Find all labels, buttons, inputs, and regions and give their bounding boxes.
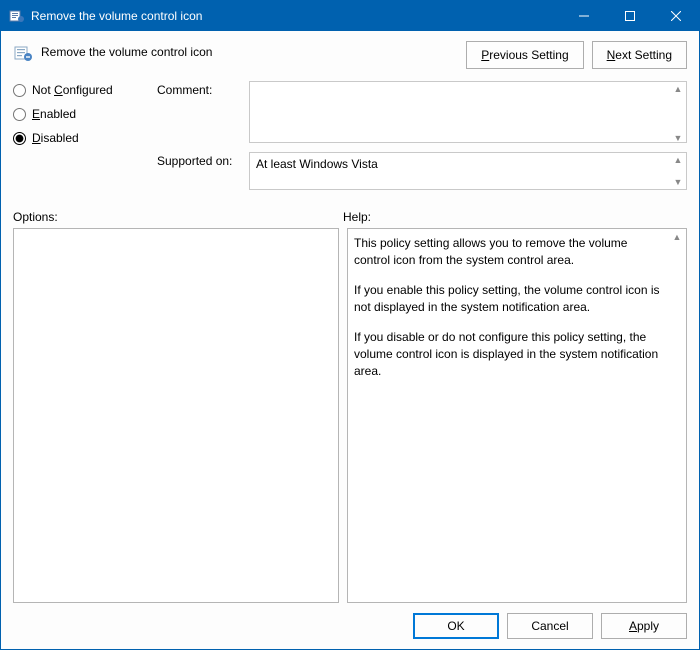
window-title: Remove the volume control icon	[31, 9, 561, 23]
radio-enabled[interactable]: Enabled	[13, 107, 143, 121]
supported-value: At least Windows Vista	[256, 157, 378, 171]
comment-scroll: ▲ ▼	[671, 83, 685, 144]
scroll-up-icon[interactable]: ▲	[671, 154, 685, 166]
options-panel	[13, 228, 339, 603]
close-button[interactable]	[653, 1, 699, 31]
config-section: Not Configured Enabled Disabled Comment:	[13, 81, 687, 190]
radio-disabled-input[interactable]	[13, 132, 26, 145]
radio-disabled[interactable]: Disabled	[13, 131, 143, 145]
panels: This policy setting allows you to remove…	[13, 228, 687, 603]
nav-buttons: Previous Setting Next Setting	[466, 41, 687, 69]
previous-setting-button[interactable]: Previous Setting	[466, 41, 583, 69]
scroll-up-icon[interactable]: ▲	[671, 83, 685, 95]
footer: OK Cancel Apply	[13, 603, 687, 639]
comment-wrap: ▲ ▼	[249, 81, 687, 146]
supported-row: Supported on: At least Windows Vista ▲ ▼	[157, 152, 687, 190]
help-panel: This policy setting allows you to remove…	[347, 228, 687, 603]
comment-textarea[interactable]	[249, 81, 687, 143]
maximize-button[interactable]	[607, 1, 653, 31]
radio-enabled-input[interactable]	[13, 108, 26, 121]
supported-wrap: At least Windows Vista ▲ ▼	[249, 152, 687, 190]
radio-not-configured-input[interactable]	[13, 84, 26, 97]
scroll-down-icon[interactable]: ▼	[671, 132, 685, 144]
field-column: Comment: ▲ ▼ Supported on: At least Wind…	[157, 81, 687, 190]
window: Remove the volume control icon	[0, 0, 700, 650]
supported-box: At least Windows Vista	[249, 152, 687, 190]
comment-label: Comment:	[157, 81, 243, 97]
policy-title: Remove the volume control icon	[41, 41, 466, 59]
content-area: Remove the volume control icon Previous …	[1, 31, 699, 649]
policy-icon	[13, 43, 33, 63]
scroll-down-icon[interactable]: ▼	[671, 176, 685, 188]
supported-scroll: ▲ ▼	[671, 154, 685, 188]
comment-row: Comment: ▲ ▼	[157, 81, 687, 146]
radio-not-configured[interactable]: Not Configured	[13, 83, 143, 97]
supported-label: Supported on:	[157, 152, 243, 168]
cancel-button[interactable]: Cancel	[507, 613, 593, 639]
help-p3: If you disable or do not configure this …	[354, 329, 666, 381]
next-setting-button[interactable]: Next Setting	[592, 41, 687, 69]
ok-button[interactable]: OK	[413, 613, 499, 639]
help-p2: If you enable this policy setting, the v…	[354, 282, 666, 317]
titlebar: Remove the volume control icon	[1, 1, 699, 31]
options-label: Options:	[13, 210, 343, 224]
header-row: Remove the volume control icon Previous …	[13, 41, 687, 69]
policy-window-icon	[9, 8, 25, 24]
scroll-up-icon[interactable]: ▲	[670, 231, 684, 245]
apply-button[interactable]: Apply	[601, 613, 687, 639]
panel-labels: Options: Help:	[13, 210, 687, 224]
minimize-button[interactable]	[561, 1, 607, 31]
help-label: Help:	[343, 210, 687, 224]
state-radio-group: Not Configured Enabled Disabled	[13, 81, 143, 190]
help-scroll: ▲	[670, 231, 684, 245]
help-p1: This policy setting allows you to remove…	[354, 235, 666, 270]
window-controls	[561, 1, 699, 31]
